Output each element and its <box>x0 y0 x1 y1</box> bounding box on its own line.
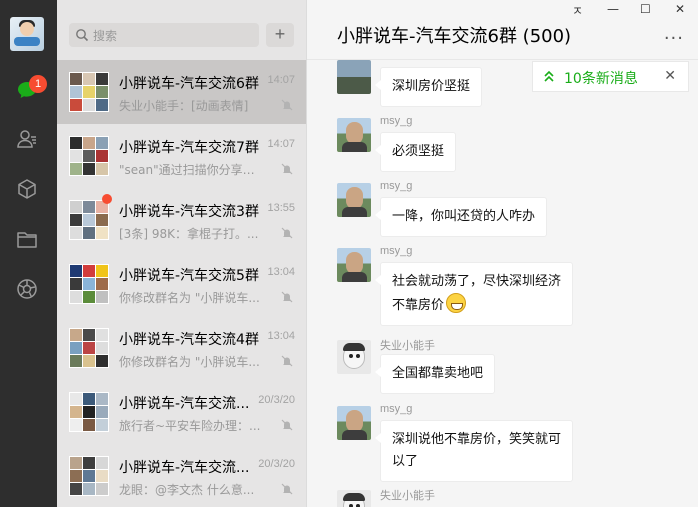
sender-avatar[interactable] <box>337 490 371 507</box>
wechat-window: 1 搜索 + 小胖说车-汽车交流6群 14:07 失业小能手：[动画表情] 小胖说车-… <box>0 0 698 507</box>
nav-rail: 1 <box>0 0 57 507</box>
favorites-icon[interactable] <box>16 178 38 200</box>
unread-badge: 1 <box>29 75 47 93</box>
chat-title: 小胖说车-汽车交流6群 (500) <box>337 26 572 47</box>
group-avatar <box>69 328 109 368</box>
more-options-button[interactable]: ··· <box>664 28 684 49</box>
add-chat-button[interactable]: + <box>266 23 294 47</box>
message-bubble[interactable]: 全国都靠卖地吧 <box>374 354 496 394</box>
group-avatar <box>69 200 109 240</box>
double-chevron-up-icon <box>544 70 554 82</box>
chat-list-item[interactable]: 小胖说车-汽车交流7群 14:07 "sean"通过扫描你分享的... <box>57 124 306 188</box>
chat-preview: [3条] 98K：拿棍子打。... <box>119 227 259 241</box>
mute-bell-icon <box>281 355 293 367</box>
message-line: 不靠房价 <box>392 298 445 313</box>
grin-emoji-icon <box>446 293 467 313</box>
files-icon[interactable] <box>16 228 38 250</box>
chat-name: 小胖说车-汽车交流5群 <box>119 268 259 284</box>
chat-name: 小胖说车-汽车交流3群 <box>119 204 259 220</box>
chat-name: 小胖说车-汽车交流... <box>119 396 250 412</box>
message-line: 社会就动荡了，尽快深圳经济 <box>392 274 562 289</box>
sender-name: 失业小能手 <box>380 340 435 352</box>
new-messages-banner[interactable]: 10条新消息 ✕ <box>532 61 689 92</box>
search-placeholder: 搜索 <box>93 29 118 43</box>
group-avatar <box>69 72 109 112</box>
search-input[interactable]: 搜索 <box>69 23 259 47</box>
chat-preview: 旅行者~平安车险办理：... <box>119 419 261 433</box>
pin-icon[interactable]: ㅈ <box>572 2 583 19</box>
group-avatar <box>69 264 109 304</box>
maximize-button[interactable]: ☐ <box>640 2 651 16</box>
chat-list-item[interactable]: 小胖说车-汽车交流5群 13:04 你修改群名为 "小胖说车... <box>57 252 306 316</box>
mute-bell-icon <box>281 419 293 431</box>
dismiss-banner-button[interactable]: ✕ <box>664 67 676 84</box>
new-messages-label: 10条新消息 <box>564 71 638 87</box>
moments-icon[interactable] <box>16 278 38 300</box>
chat-name: 小胖说车-汽车交流7群 <box>119 140 259 156</box>
sender-avatar[interactable] <box>337 118 371 152</box>
chat-time: 20/3/20 <box>258 394 295 406</box>
message-line: 深圳说他不靠房价，笑笑就可 <box>392 432 562 447</box>
close-button[interactable]: ✕ <box>675 2 685 16</box>
minimize-button[interactable]: — <box>607 2 619 16</box>
mute-bell-icon <box>281 227 293 239</box>
sender-avatar[interactable] <box>337 60 371 94</box>
message-bubble[interactable]: 深圳说他不靠房价，笑笑就可 以了 <box>374 420 574 482</box>
chat-panel: ㅈ — ☐ ✕ 小胖说车-汽车交流6群 (500) ··· 深圳房价坚挺 msy… <box>307 0 698 507</box>
message-bubble[interactable]: 深圳房价坚挺 <box>374 67 483 107</box>
sender-avatar[interactable] <box>337 406 371 440</box>
sender-avatar[interactable] <box>337 183 371 217</box>
sender-avatar[interactable] <box>337 248 371 282</box>
chat-list-item[interactable]: 小胖说车-汽车交流... 20/3/20 龙眼：@李文杰 什么意... <box>57 444 306 507</box>
chat-list-item[interactable]: 小胖说车-汽车交流... 20/3/20 旅行者~平安车险办理：... <box>57 380 306 444</box>
group-avatar <box>69 456 109 496</box>
chat-list-item[interactable]: 小胖说车-汽车交流3群 13:55 [3条] 98K：拿棍子打。... <box>57 188 306 252</box>
contacts-icon[interactable] <box>16 128 38 150</box>
chat-preview: 你修改群名为 "小胖说车... <box>119 355 260 369</box>
sender-name: msy_g <box>380 245 413 257</box>
chat-preview: 龙眼：@李文杰 什么意... <box>119 483 255 497</box>
mute-bell-icon <box>281 291 293 303</box>
chat-preview: 你修改群名为 "小胖说车... <box>119 291 260 305</box>
chat-name: 小胖说车-汽车交流... <box>119 460 250 476</box>
sender-name: msy_g <box>380 115 413 127</box>
chat-time: 14:07 <box>267 138 295 150</box>
chat-name: 小胖说车-汽车交流6群 <box>119 76 259 92</box>
chat-list-panel: 搜索 + 小胖说车-汽车交流6群 14:07 失业小能手：[动画表情] 小胖说车-汽车… <box>57 0 307 507</box>
message-list[interactable]: 深圳房价坚挺 msy_g 必须坚挺 msy_g 一降，你叫还贷的人咋办 msy_… <box>307 60 698 507</box>
chat-preview: 失业小能手：[动画表情] <box>119 99 249 113</box>
chat-list-item[interactable]: 小胖说车-汽车交流6群 14:07 失业小能手：[动画表情] <box>57 60 306 124</box>
mute-bell-icon <box>281 483 293 495</box>
sender-name: msy_g <box>380 180 413 192</box>
message-bubble[interactable]: 社会就动荡了，尽快深圳经济 不靠房价 <box>374 262 574 326</box>
unread-dot <box>102 194 112 204</box>
group-avatar <box>69 136 109 176</box>
message-line-with-emoji: 不靠房价 <box>392 293 561 317</box>
message-line: 以了 <box>392 454 419 469</box>
chat-list-item[interactable]: 小胖说车-汽车交流4群 13:04 你修改群名为 "小胖说车... <box>57 316 306 380</box>
chat-time: 14:07 <box>267 74 295 86</box>
chat-time: 13:55 <box>267 202 295 214</box>
chat-time: 13:04 <box>267 330 295 342</box>
mute-bell-icon <box>281 99 293 111</box>
mute-bell-icon <box>281 163 293 175</box>
chat-name: 小胖说车-汽车交流4群 <box>119 332 259 348</box>
group-avatar <box>69 392 109 432</box>
chat-time: 20/3/20 <box>258 458 295 470</box>
message-bubble[interactable]: 必须坚挺 <box>374 132 457 172</box>
my-avatar[interactable] <box>10 17 44 51</box>
search-icon <box>76 29 89 42</box>
sender-avatar[interactable] <box>337 340 371 374</box>
sender-name: 失业小能手 <box>380 490 435 502</box>
message-bubble[interactable]: 一降，你叫还贷的人咋办 <box>374 197 548 237</box>
chat-time: 13:04 <box>267 266 295 278</box>
sender-name: msy_g <box>380 403 413 415</box>
chat-preview: "sean"通过扫描你分享的... <box>119 163 264 177</box>
